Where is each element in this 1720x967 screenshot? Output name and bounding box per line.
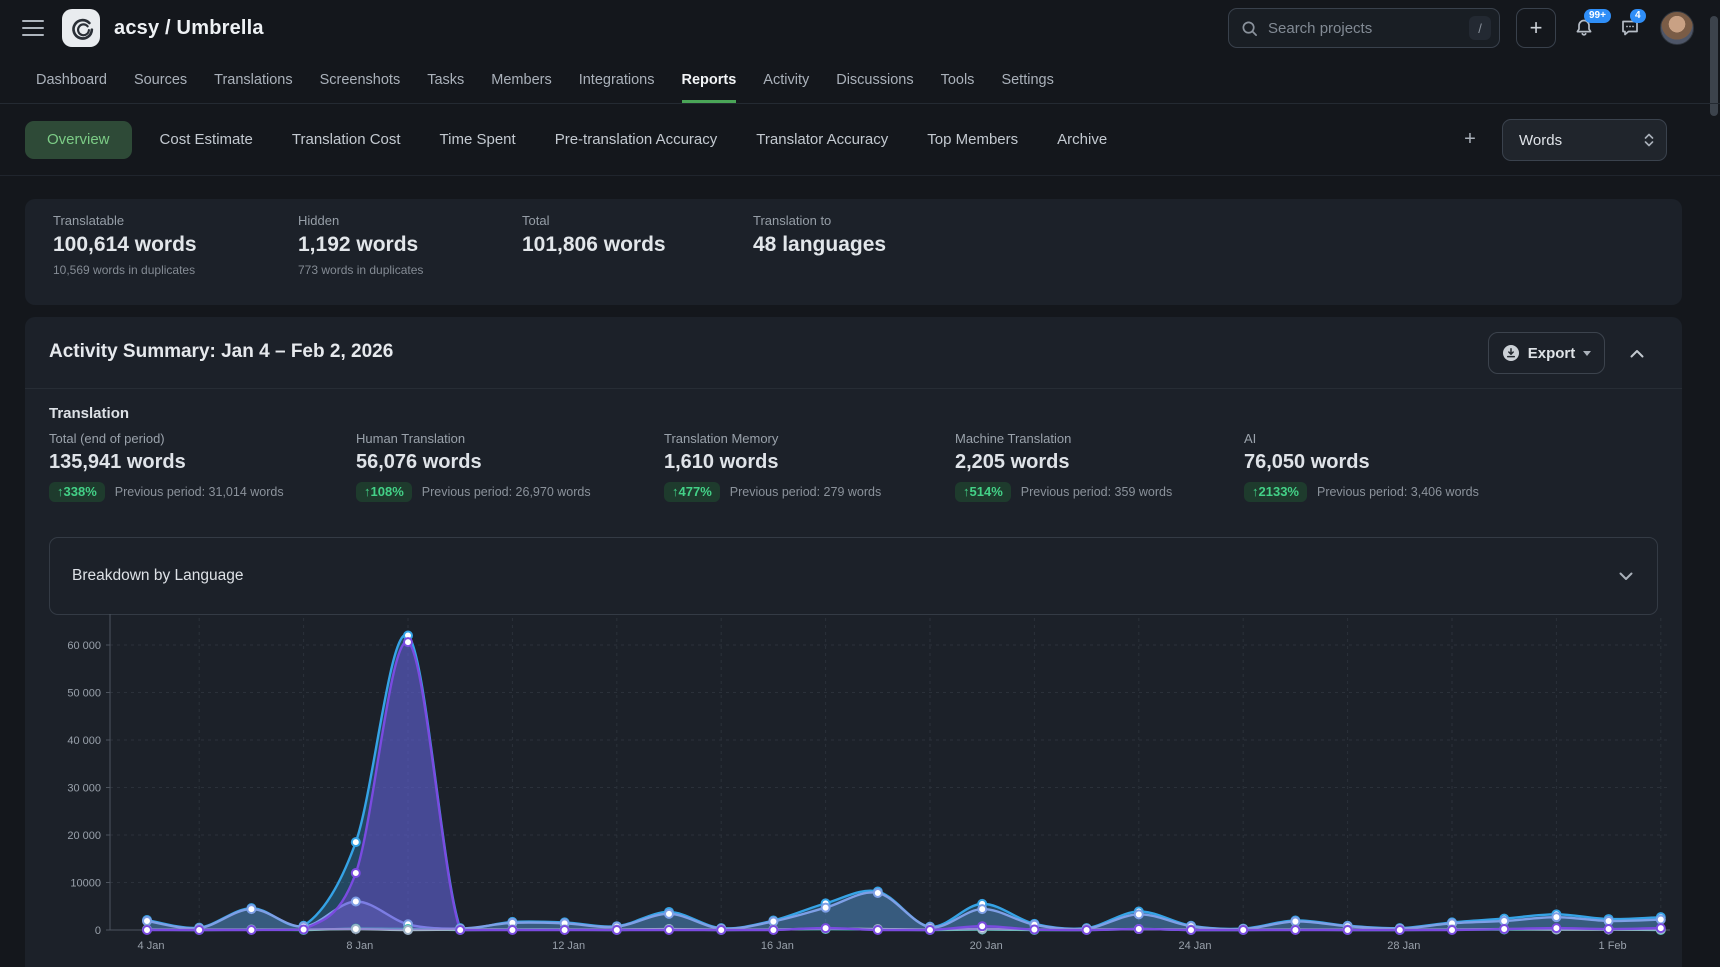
tab-overview[interactable]: Overview xyxy=(25,121,132,159)
metric-translation-memory: Translation Memory 1,610 words ↑477% Pre… xyxy=(664,431,881,502)
user-avatar[interactable] xyxy=(1660,11,1694,45)
stat-translatable: Translatable 100,614 words 10,569 words … xyxy=(53,213,197,277)
change-badge: ↑2133% xyxy=(1244,482,1307,502)
tab-time-spent[interactable]: Time Spent xyxy=(440,131,516,148)
messages-badge: 4 xyxy=(1630,9,1646,23)
activity-summary-title: Activity Summary: Jan 4 – Feb 2, 2026 xyxy=(49,341,393,363)
export-button[interactable]: Export xyxy=(1488,332,1605,374)
tab-translation-cost[interactable]: Translation Cost xyxy=(292,131,401,148)
project-word-stats-card: Translatable 100,614 words 10,569 words … xyxy=(25,199,1682,305)
project-nav: Dashboard Sources Translations Screensho… xyxy=(0,56,1720,104)
svg-text:30 000: 30 000 xyxy=(67,783,101,795)
svg-text:20 Jan: 20 Jan xyxy=(970,940,1003,952)
search-shortcut-key: / xyxy=(1469,16,1491,40)
search-icon xyxy=(1241,20,1258,37)
svg-text:8 Jan: 8 Jan xyxy=(346,940,373,952)
svg-text:1 Feb: 1 Feb xyxy=(1599,940,1627,952)
stat-total: Total 101,806 words xyxy=(522,213,666,257)
select-arrows-icon xyxy=(1644,132,1654,148)
stat-translation-to: Translation to 48 languages xyxy=(753,213,886,257)
svg-text:40 000: 40 000 xyxy=(67,735,101,747)
logo-glyph-icon xyxy=(66,13,96,43)
nav-tasks[interactable]: Tasks xyxy=(427,56,464,103)
change-badge: ↑514% xyxy=(955,482,1011,502)
svg-text:0: 0 xyxy=(95,925,101,937)
svg-text:60 000: 60 000 xyxy=(67,640,101,652)
nav-discussions[interactable]: Discussions xyxy=(836,56,913,103)
breakdown-title: Breakdown by Language xyxy=(72,567,244,585)
tab-archive[interactable]: Archive xyxy=(1057,131,1107,148)
export-label: Export xyxy=(1528,345,1576,362)
metric-total: Total (end of period) 135,941 words ↑338… xyxy=(49,431,284,502)
nav-sources[interactable]: Sources xyxy=(134,56,187,103)
tab-cost-estimate[interactable]: Cost Estimate xyxy=(160,131,253,148)
svg-text:4 Jan: 4 Jan xyxy=(138,940,165,952)
unit-select-value: Words xyxy=(1519,132,1562,149)
search-box[interactable]: / xyxy=(1228,8,1500,48)
activity-chart: 0 10000 20 000 30 000 40 000 50 000 60 000 4 Ja… xyxy=(25,600,1682,965)
messages-button[interactable]: 4 xyxy=(1618,16,1644,42)
change-badge: ↑477% xyxy=(664,482,720,502)
search-input[interactable] xyxy=(1268,20,1469,37)
svg-text:28 Jan: 28 Jan xyxy=(1387,940,1420,952)
change-badge: ↑108% xyxy=(356,482,412,502)
nav-settings[interactable]: Settings xyxy=(1001,56,1053,103)
notifications-badge: 99+ xyxy=(1584,9,1611,23)
tab-translator-accuracy[interactable]: Translator Accuracy xyxy=(756,131,888,148)
nav-reports[interactable]: Reports xyxy=(682,56,737,103)
activity-summary-card: Activity Summary: Jan 4 – Feb 2, 2026 Ex… xyxy=(25,317,1682,967)
svg-text:20 000: 20 000 xyxy=(67,830,101,842)
notifications-button[interactable]: 99+ xyxy=(1572,16,1598,42)
tab-pre-translation-accuracy[interactable]: Pre-translation Accuracy xyxy=(555,131,718,148)
translation-section-title: Translation xyxy=(49,405,129,422)
svg-text:24 Jan: 24 Jan xyxy=(1178,940,1211,952)
metric-ai: AI 76,050 words ↑2133% Previous period: … xyxy=(1244,431,1479,502)
top-bar: acsy / Umbrella / + 99+ 4 xyxy=(0,0,1720,56)
chevron-down-icon xyxy=(1619,572,1633,581)
svg-text:16 Jan: 16 Jan xyxy=(761,940,794,952)
svg-text:10000: 10000 xyxy=(70,878,101,890)
add-report-button[interactable]: + xyxy=(1458,128,1482,151)
stat-hidden: Hidden 1,192 words 773 words in duplicat… xyxy=(298,213,423,277)
create-project-button[interactable]: + xyxy=(1516,8,1556,48)
metric-human-translation: Human Translation 56,076 words ↑108% Pre… xyxy=(356,431,591,502)
collapse-section-button[interactable] xyxy=(1623,341,1651,365)
nav-tools[interactable]: Tools xyxy=(941,56,975,103)
nav-translations[interactable]: Translations xyxy=(214,56,292,103)
download-icon xyxy=(1502,344,1520,362)
divider xyxy=(25,388,1682,389)
caret-down-icon xyxy=(1583,351,1591,356)
nav-activity[interactable]: Activity xyxy=(763,56,809,103)
project-logo[interactable] xyxy=(62,9,100,47)
page-title: acsy / Umbrella xyxy=(114,17,264,40)
metric-machine-translation: Machine Translation 2,205 words ↑514% Pr… xyxy=(955,431,1172,502)
reports-subnav: Overview Cost Estimate Translation Cost … xyxy=(0,104,1720,176)
nav-screenshots[interactable]: Screenshots xyxy=(320,56,401,103)
nav-integrations[interactable]: Integrations xyxy=(579,56,655,103)
nav-members[interactable]: Members xyxy=(491,56,551,103)
tab-top-members[interactable]: Top Members xyxy=(927,131,1018,148)
nav-dashboard[interactable]: Dashboard xyxy=(36,56,107,103)
chevron-up-icon xyxy=(1630,349,1644,358)
svg-text:12 Jan: 12 Jan xyxy=(552,940,585,952)
unit-select[interactable]: Words xyxy=(1502,119,1667,161)
svg-text:50 000: 50 000 xyxy=(67,688,101,700)
menu-icon[interactable] xyxy=(22,20,44,36)
change-badge: ↑338% xyxy=(49,482,105,502)
